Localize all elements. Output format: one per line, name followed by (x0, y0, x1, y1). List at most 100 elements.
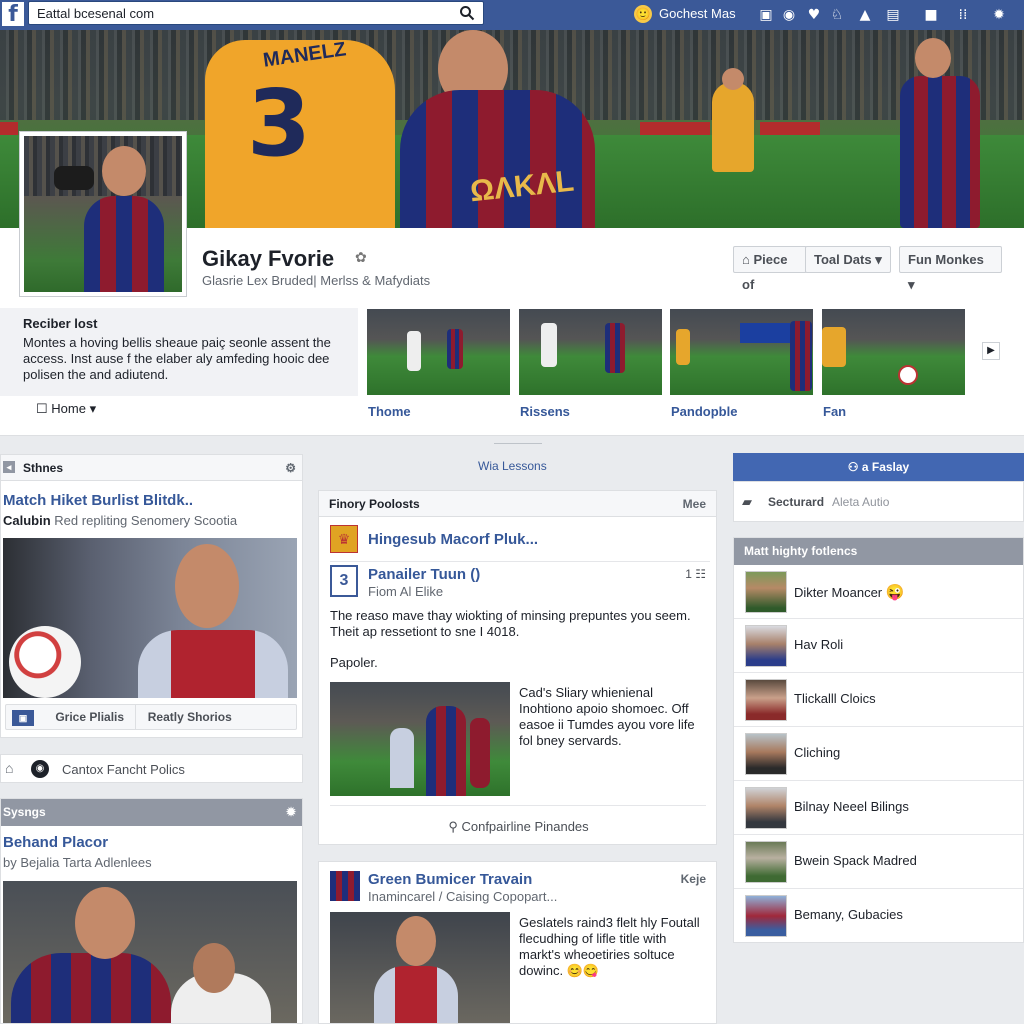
search-icon[interactable] (459, 5, 475, 21)
facebook-logo-icon[interactable]: f (2, 2, 24, 27)
post-title[interactable]: Green Bumicer Travain (368, 871, 532, 888)
ad-board (0, 122, 18, 136)
feed-card: Green Bumicer Travain Inamincarel / Cais… (318, 861, 717, 1024)
chat-icon[interactable]: ■ (922, 6, 940, 24)
fun-monkes-label: Fun Monkes (908, 252, 984, 267)
player-yellow-kit: MANELZ 3 (205, 38, 395, 228)
friend-row[interactable]: Bemany, Gubacies (734, 889, 1023, 943)
top-navigation-bar: f Eattal bcesenal com 🙂 Gochest Mas ▣ ◉ … (0, 0, 1024, 30)
friend-name: Tlickalll Cloics (794, 691, 876, 706)
chevron-down-icon: ▾ (89, 401, 97, 416)
profile-picture[interactable] (19, 131, 187, 297)
friend-row[interactable]: Bilnay Neeel Bilings (734, 781, 1023, 835)
user-avatar-icon[interactable]: 🙂 (634, 5, 652, 23)
about-body: Montes a hoving bellis sheaue paiç seonl… (23, 335, 331, 382)
messenger-icon[interactable]: ◉ (780, 6, 798, 24)
jersey-number: 3 (247, 70, 312, 177)
pin-icon: ⚲ (448, 819, 458, 834)
post-body: Papoler. (330, 655, 378, 670)
home-dropdown[interactable]: ☐ Home ▾ (36, 401, 96, 417)
home-icon: ⌂ (742, 252, 750, 267)
post-photo[interactable] (3, 881, 297, 1023)
post-avatar[interactable] (330, 871, 360, 901)
background-player-head (722, 68, 744, 90)
tag-icon: ▰ (742, 494, 752, 509)
flag-icon: ▣ (12, 709, 34, 726)
shares-header: ◂ Sthnes ⚙ (1, 455, 302, 481)
user-name-link[interactable]: Gochest Mas (659, 6, 736, 21)
policy-link[interactable]: Cantox Fancht Polics (62, 762, 185, 777)
post-tag[interactable]: Keje (681, 872, 706, 886)
toal-dats-label: Toal Dats (814, 252, 872, 267)
friend-row[interactable]: Cliching (734, 727, 1023, 781)
divider (494, 443, 542, 444)
friend-name: Cliching (794, 745, 841, 760)
thumb-label[interactable]: Thome (368, 404, 411, 419)
photo-thumbnail[interactable] (822, 309, 965, 395)
friend-row[interactable]: Bwein Spack Madred (734, 835, 1023, 889)
player-blaugrana-kit: ΩΛKΛL (400, 90, 595, 228)
fun-monkes-dropdown[interactable]: Fun Monkes ▾ (899, 246, 1002, 292)
video-icon[interactable]: ▤ (884, 6, 902, 24)
post-photo[interactable] (3, 538, 297, 698)
feed-item-count[interactable]: 1 ☷ (685, 567, 706, 581)
share-icon: ◂ (3, 461, 15, 473)
bell-icon[interactable]: ♘ (828, 6, 846, 24)
photo-thumbnail[interactable] (670, 309, 813, 395)
reatly-shorios-button[interactable]: Reatly Shorios (148, 710, 232, 724)
feed-item-title[interactable]: Hingesub Macorf Pluk... (368, 531, 538, 548)
friend-name: Dikter Moancer 😜 (794, 584, 905, 601)
thumb-label[interactable]: Rissens (520, 404, 570, 419)
post-actions: ▣ Grice Plialis Reatly Shorios (5, 704, 297, 730)
settings-icon[interactable]: ✹ (990, 6, 1008, 24)
about-box: Reciber lost Montes a hoving bellis shea… (0, 308, 358, 396)
friends-title: Matt highty fotlencs (734, 538, 1023, 565)
profile-picture-image (24, 136, 182, 292)
friend-avatar (745, 895, 787, 937)
comment-prompt[interactable]: ⚲ Confpairline Pinandes (319, 819, 718, 835)
thumb-label[interactable]: Pandopble (671, 404, 737, 419)
triangle-icon[interactable]: ▲ (856, 6, 874, 24)
settings-card: Sysngs ✹ Behand Placor by Bejalia Tarta … (0, 798, 303, 1024)
chevron-down-icon: ▾ (875, 252, 882, 267)
friend-row[interactable]: Hav Roli (734, 619, 1023, 673)
fasy-button[interactable]: ⚇ a Faslay (733, 453, 1024, 481)
photo-thumbnail[interactable] (519, 309, 662, 395)
checkbox-icon: ☐ (36, 401, 48, 416)
post-title[interactable]: Behand Placor (3, 834, 108, 851)
friend-row[interactable]: Tlickalll Cloics (734, 673, 1023, 727)
ad-board (640, 122, 710, 136)
settings-icon[interactable]: ✹ (286, 799, 296, 826)
policy-bar[interactable]: ⌂ ◉ Cantox Fancht Polics (0, 754, 303, 783)
piece-of-button[interactable]: ⌂ Piece of (733, 246, 807, 292)
settings-title: Sysngs (3, 805, 46, 819)
camera-icon[interactable]: ▣ (757, 6, 775, 24)
post-photo[interactable] (330, 682, 510, 796)
feed-more-link[interactable]: Mee (683, 491, 706, 517)
friend-avatar (745, 679, 787, 721)
grid-icon[interactable]: ⁞⁞ (954, 6, 972, 24)
search-input[interactable]: Eattal bcesenal com (28, 1, 484, 25)
post-title[interactable]: Match Hiket Burlist Blitdk.. (3, 492, 193, 509)
friend-avatar (745, 625, 787, 667)
photo-thumbnail[interactable] (367, 309, 510, 395)
heart-icon[interactable]: ♥ (805, 6, 823, 24)
thumb-label[interactable]: Fan (823, 404, 846, 419)
next-arrow-icon[interactable]: ▶ (982, 342, 1000, 360)
sidebar-search-placeholder: Aleta Autio (832, 495, 890, 509)
feed-item-title[interactable]: Panailer Tuun () (368, 566, 480, 583)
post-author[interactable]: Calubin (3, 513, 51, 528)
post-side-text: Geslatels raind3 flelt hly Foutall flecu… (519, 915, 700, 978)
sidebar-search[interactable]: ▰ Secturard Aleta Autio (733, 481, 1024, 522)
profile-subtitle: Glasrie Lex Bruded| Merlss & Mafydiats (202, 273, 431, 288)
friend-name: Hav Roli (794, 637, 844, 652)
group-icon: ⚇ (847, 460, 859, 474)
friend-row[interactable]: Dikter Moancer 😜 (734, 565, 1023, 619)
grice-plialis-button[interactable]: Grice Plialis (55, 710, 124, 724)
post-photo[interactable] (330, 912, 510, 1023)
lessons-link[interactable]: Wia Lessons (478, 459, 547, 473)
toal-dats-dropdown[interactable]: Toal Dats ▾ (805, 246, 891, 273)
home-label: Home (51, 401, 86, 416)
friend-avatar (745, 841, 787, 883)
gear-icon[interactable]: ⚙ (285, 455, 296, 481)
